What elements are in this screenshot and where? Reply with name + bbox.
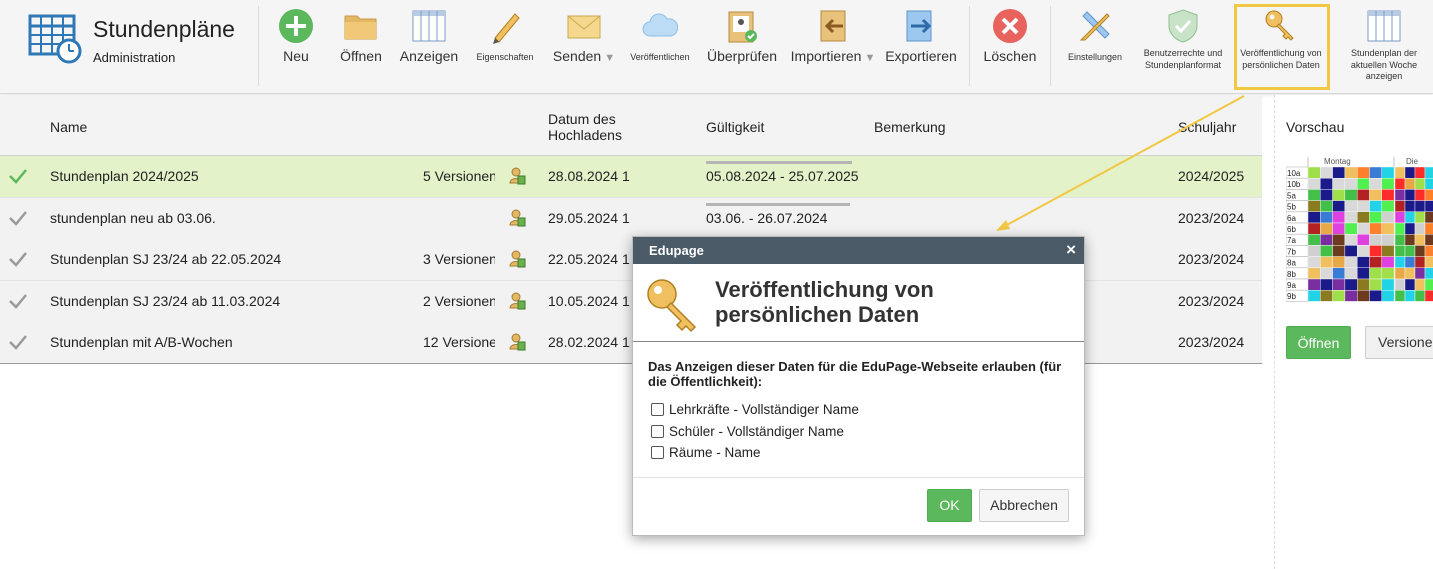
personal-data-dialog: Edupage × Veröffentlichung von persönlic… — [632, 236, 1085, 536]
checkbox[interactable] — [651, 403, 664, 416]
close-icon[interactable]: × — [1066, 240, 1076, 260]
dialog-question: Das Anzeigen dieser Daten für die EduPag… — [648, 359, 1062, 389]
option-students-full-name[interactable]: Schüler - Vollständiger Name — [651, 424, 844, 439]
option-rooms-name[interactable]: Räume - Name — [651, 445, 761, 460]
dialog-title-line1: Veröffentlichung von — [715, 277, 934, 302]
key-icon — [647, 279, 697, 333]
dialog-title: Veröffentlichung von persönlichen Daten — [715, 277, 1055, 327]
dialog-header: Edupage × — [633, 237, 1084, 264]
divider — [633, 341, 1084, 342]
option-teachers-full-name[interactable]: Lehrkräfte - Vollständiger Name — [651, 402, 859, 417]
cancel-button[interactable]: Abbrechen — [979, 489, 1069, 522]
divider — [633, 477, 1084, 478]
ok-button[interactable]: OK — [927, 489, 972, 522]
dialog-title-line2: persönlichen Daten — [715, 302, 920, 327]
checkbox[interactable] — [651, 446, 664, 459]
dialog-header-title: Edupage — [649, 243, 704, 258]
checkbox[interactable] — [651, 425, 664, 438]
